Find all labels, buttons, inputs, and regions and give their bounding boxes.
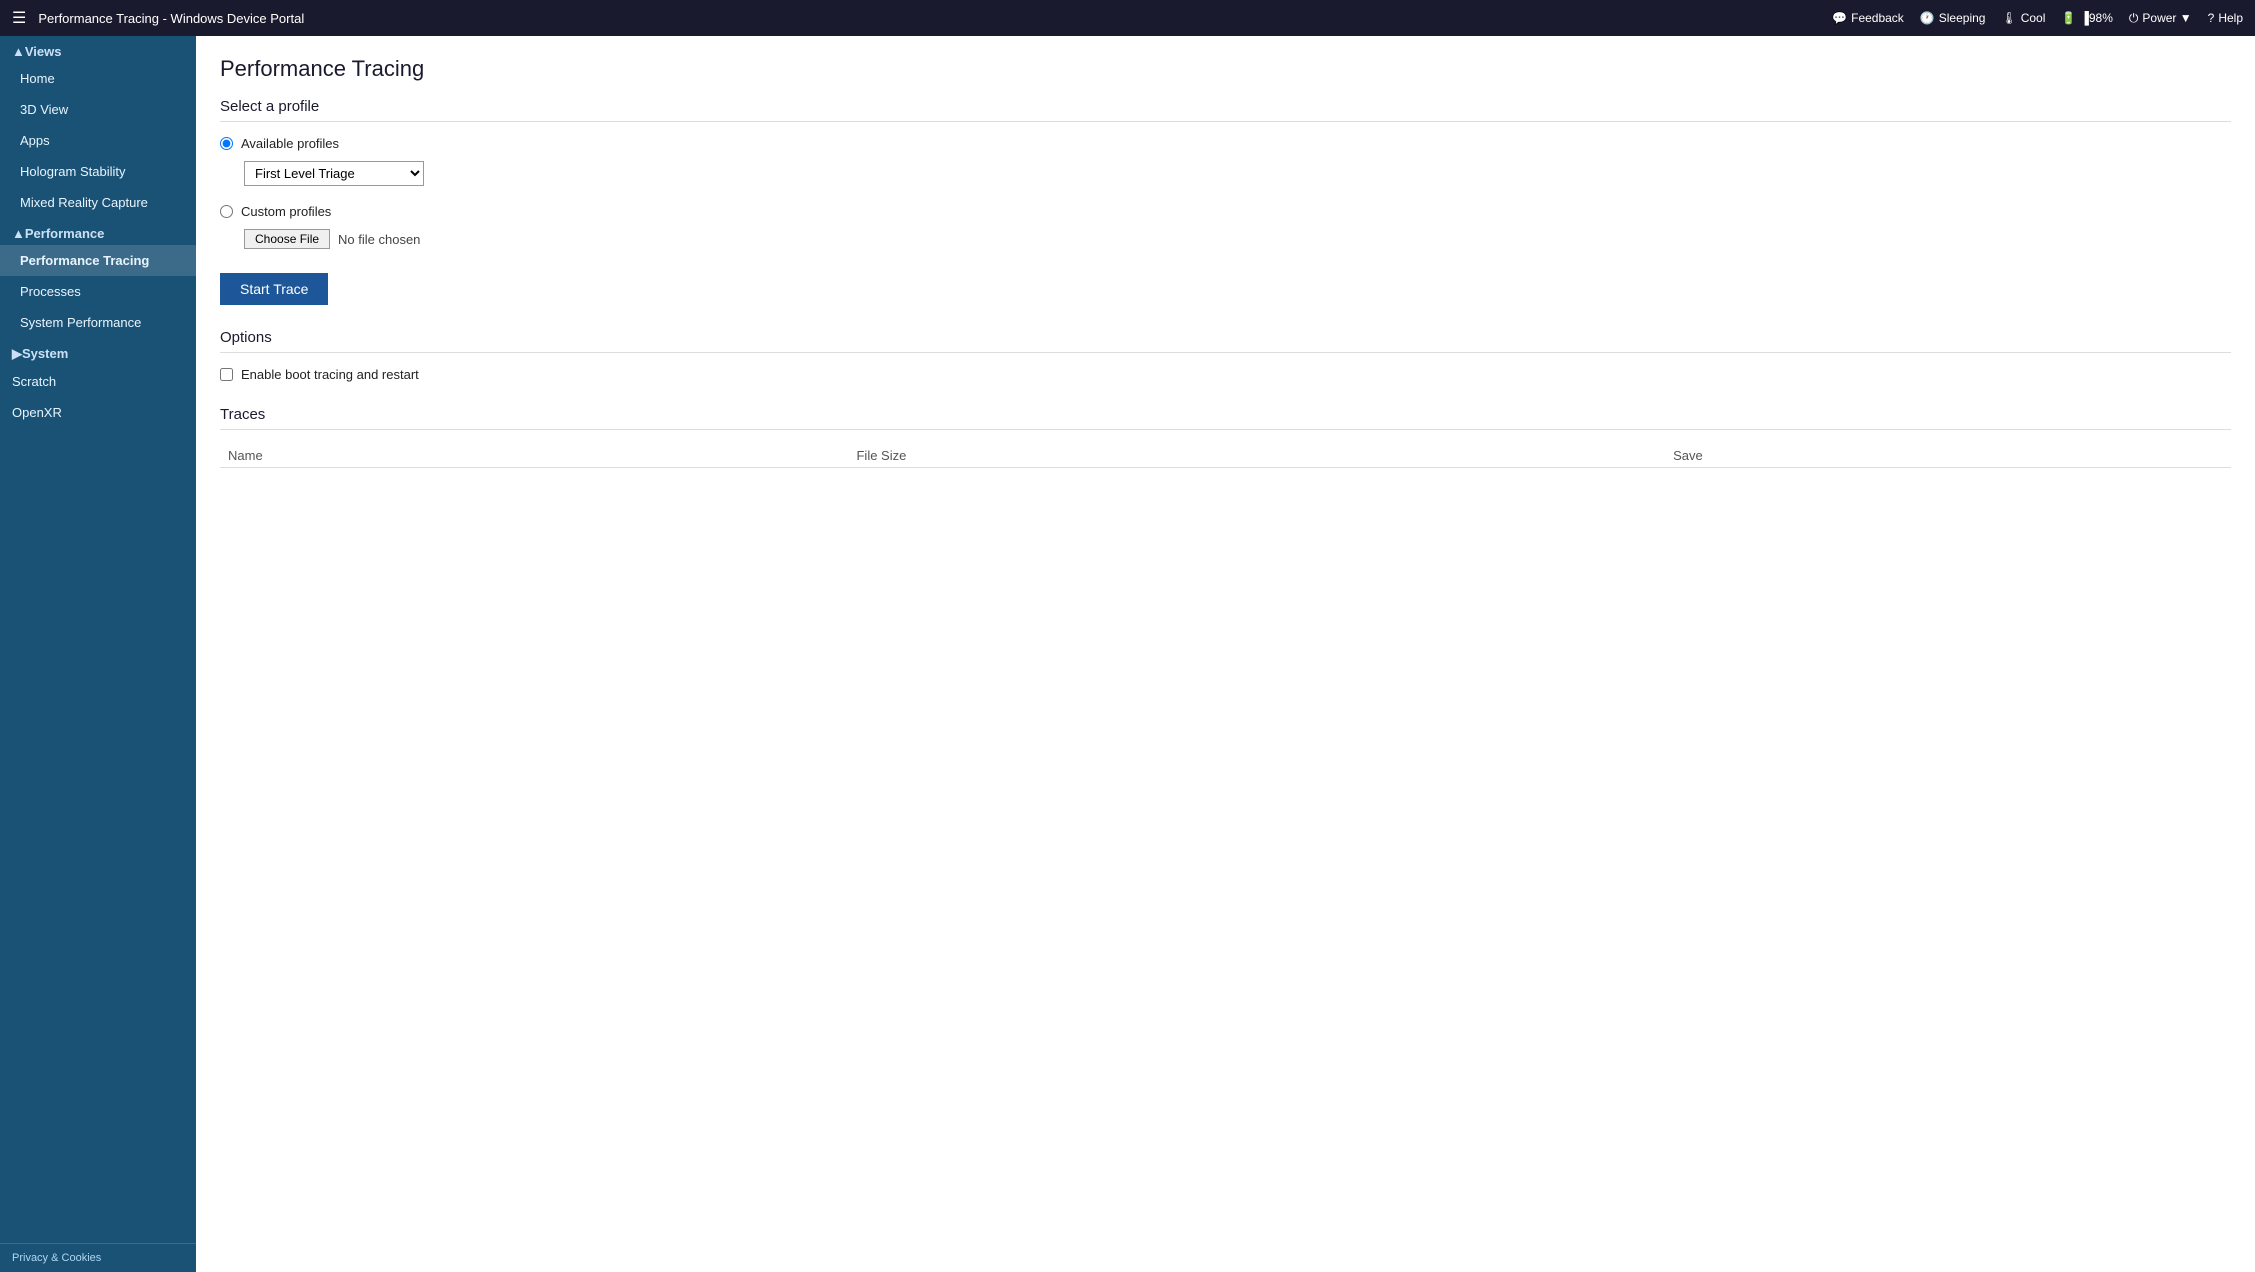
choose-file-button[interactable]: Choose File: [244, 229, 330, 249]
sidebar-item-processes[interactable]: Processes: [0, 276, 196, 307]
topbar-actions: 💬 Feedback 🕐 Sleeping 🌡 Cool 🔋 ▐98% ⏻ Po…: [1832, 11, 2243, 26]
feedback-action[interactable]: 💬 Feedback: [1832, 11, 1904, 25]
profile-radio-group: Available profiles First Level Triage CP…: [220, 136, 2231, 249]
help-action[interactable]: ? Help: [2208, 11, 2243, 25]
traces-heading: Traces: [220, 406, 2231, 430]
hamburger-icon[interactable]: ☰: [12, 8, 26, 28]
start-trace-button[interactable]: Start Trace: [220, 273, 328, 305]
sidebar-item-home[interactable]: Home: [0, 63, 196, 94]
battery-action[interactable]: 🔋 ▐98%: [2061, 11, 2112, 25]
sidebar-item-mixed-reality-capture[interactable]: Mixed Reality Capture: [0, 187, 196, 218]
custom-profiles-label[interactable]: Custom profiles: [241, 204, 331, 219]
sidebar-item-3dview[interactable]: 3D View: [0, 94, 196, 125]
select-profile-section: Select a profile Available profiles Firs…: [220, 98, 2231, 305]
available-profiles-row: Available profiles: [220, 136, 2231, 151]
traces-col-filesize: File Size: [848, 444, 1665, 468]
sidebar: ◀ ▲Views Home 3D View Apps Hologram Stab…: [0, 36, 196, 1272]
sidebar-item-openxr[interactable]: OpenXR: [0, 397, 196, 428]
sidebar-item-performance-tracing[interactable]: Performance Tracing: [0, 245, 196, 276]
system-section-header[interactable]: ▶System: [0, 338, 196, 366]
performance-section-header[interactable]: ▲Performance: [0, 218, 196, 245]
page-title: Performance Tracing: [220, 56, 2231, 82]
traces-col-name: Name: [220, 444, 848, 468]
profile-dropdown[interactable]: First Level Triage CPU Usage GPU Usage M…: [244, 161, 424, 186]
traces-table: Name File Size Save: [220, 444, 2231, 468]
content-area: Performance Tracing Select a profile Ava…: [196, 36, 2255, 1272]
enable-boot-tracing-label[interactable]: Enable boot tracing and restart: [241, 367, 419, 382]
traces-section: Traces Name File Size Save: [220, 406, 2231, 468]
sidebar-item-scratch[interactable]: Scratch: [0, 366, 196, 397]
available-profiles-label[interactable]: Available profiles: [241, 136, 339, 151]
custom-profiles-row: Custom profiles: [220, 204, 2231, 219]
views-section-header[interactable]: ▲Views: [0, 36, 196, 63]
traces-col-save: Save: [1665, 444, 2231, 468]
no-file-label: No file chosen: [338, 232, 420, 247]
select-profile-heading: Select a profile: [220, 98, 2231, 122]
topbar: ☰ Performance Tracing - Windows Device P…: [0, 0, 2255, 36]
cool-action[interactable]: 🌡 Cool: [2001, 11, 2045, 25]
custom-profiles-radio[interactable]: [220, 205, 233, 218]
main-layout: ◀ ▲Views Home 3D View Apps Hologram Stab…: [0, 36, 2255, 1272]
privacy-cookies-link[interactable]: Privacy & Cookies: [0, 1243, 196, 1272]
enable-boot-tracing-checkbox[interactable]: [220, 368, 233, 381]
sidebar-collapse-button[interactable]: ◀: [194, 48, 196, 72]
power-action[interactable]: ⏻ Power ▼: [2129, 11, 2192, 26]
options-heading: Options: [220, 329, 2231, 353]
available-profiles-radio[interactable]: [220, 137, 233, 150]
file-chooser-row: Choose File No file chosen: [244, 229, 2231, 249]
traces-table-head: Name File Size Save: [220, 444, 2231, 468]
profile-select-wrapper: First Level Triage CPU Usage GPU Usage M…: [244, 161, 2231, 186]
options-section: Options Enable boot tracing and restart: [220, 329, 2231, 382]
sidebar-item-system-performance[interactable]: System Performance: [0, 307, 196, 338]
sidebar-item-hologram-stability[interactable]: Hologram Stability: [0, 156, 196, 187]
sleeping-action[interactable]: 🕐 Sleeping: [1920, 11, 1986, 25]
topbar-title: Performance Tracing - Windows Device Por…: [38, 11, 1832, 26]
traces-header-row: Name File Size Save: [220, 444, 2231, 468]
enable-boot-tracing-row: Enable boot tracing and restart: [220, 367, 2231, 382]
sidebar-item-apps[interactable]: Apps: [0, 125, 196, 156]
